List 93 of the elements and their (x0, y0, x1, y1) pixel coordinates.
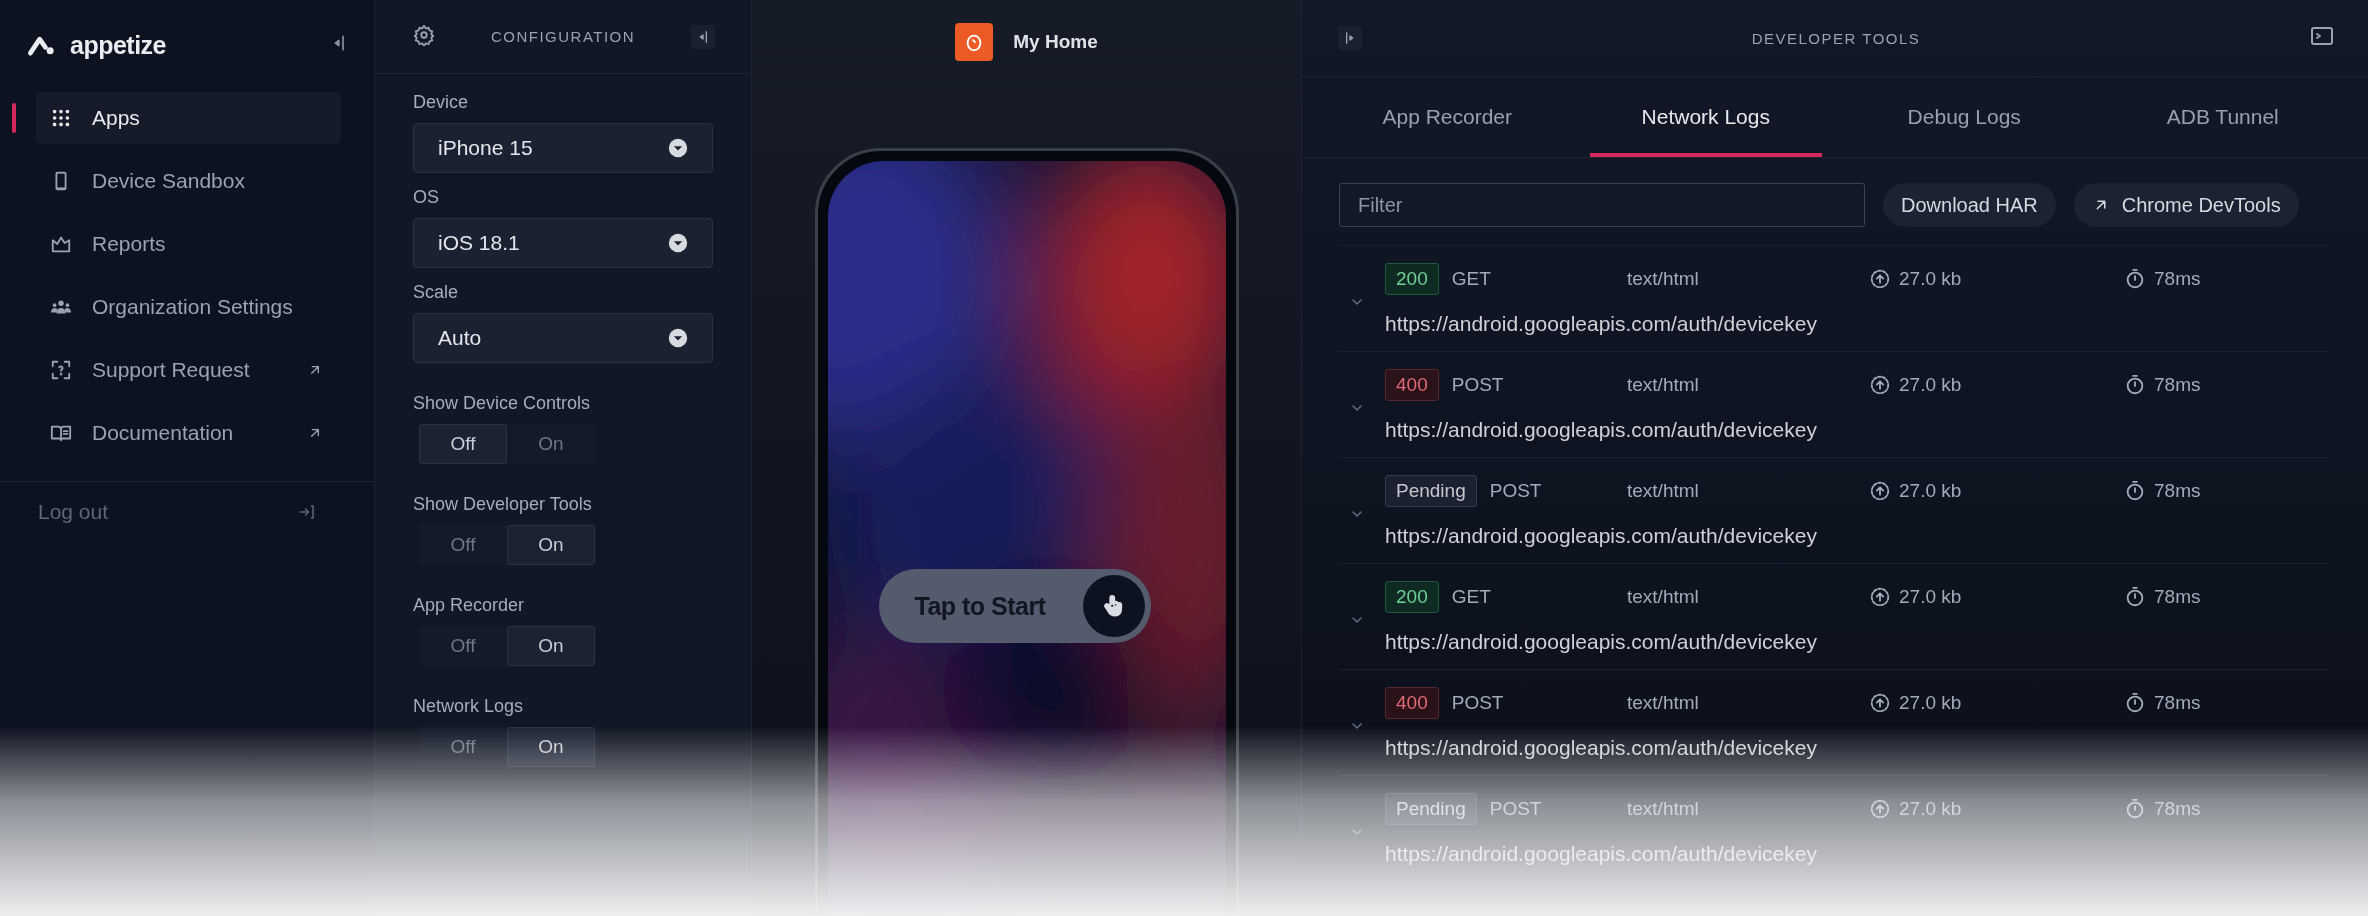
toggle-option[interactable]: Off (419, 424, 507, 464)
active-indicator (12, 103, 16, 133)
stopwatch-icon (2124, 798, 2146, 820)
request-url[interactable]: https://android.googleapis.com/auth/devicekey (1385, 312, 2328, 336)
sidebar-item[interactable]: Organization Settings (36, 281, 341, 333)
select-field[interactable]: Auto (413, 313, 713, 363)
upload-icon (1869, 374, 1891, 396)
sidebar-item[interactable]: Support Request (36, 344, 341, 396)
field-label: Device (413, 92, 470, 113)
request-method: POST (1489, 480, 1542, 502)
content-type: text/html (1627, 480, 1700, 502)
request-method: POST (1451, 374, 1504, 396)
status-badge: 200 (1385, 581, 1439, 613)
sidebar-item[interactable]: Device Sandbox (36, 155, 341, 207)
grid-icon (50, 107, 72, 129)
request-size: 27.0 kb (1899, 268, 1962, 290)
request-method: POST (1451, 692, 1504, 714)
toolbar-button[interactable]: Download HAR (1883, 183, 2056, 227)
caret-icon (668, 328, 688, 348)
field-label: Network Logs (413, 696, 525, 717)
help-frame-icon (50, 359, 72, 381)
request-duration: 78ms (2154, 480, 2201, 502)
request-size: 27.0 kb (1899, 586, 1962, 608)
request-method: GET (1451, 586, 1491, 608)
request-duration: 78ms (2154, 692, 2201, 714)
app-logo: appetize (70, 30, 167, 60)
toggle-option[interactable]: On (507, 525, 595, 565)
panel-title: DEVELOPER TOOLS (1751, 29, 1921, 47)
request-duration: 78ms (2154, 268, 2201, 290)
settings-icon (413, 23, 435, 46)
panel-title: CONFIGURATION (490, 28, 636, 45)
request-method: POST (1489, 798, 1542, 820)
sidebar-item[interactable]: Reports (36, 218, 341, 270)
stopwatch-icon (2124, 586, 2146, 608)
status-badge: Pending (1385, 475, 1477, 507)
request-size: 27.0 kb (1899, 480, 1962, 502)
field-label: App Recorder (413, 595, 526, 616)
status-badge: 200 (1385, 263, 1439, 295)
status-badge: 400 (1385, 687, 1439, 719)
request-url[interactable]: https://android.googleapis.com/auth/devicekey (1385, 630, 2328, 654)
field-label: OS (413, 187, 440, 208)
collapse-button[interactable] (691, 24, 715, 49)
request-duration: 78ms (2154, 798, 2201, 820)
caret-icon (668, 233, 688, 253)
select-field[interactable]: iPhone 15 (413, 123, 713, 173)
sidebar-item[interactable]: Apps (36, 92, 341, 144)
field-label: Scale (413, 282, 460, 303)
sidebar-item[interactable]: Documentation (36, 407, 341, 459)
content-type: text/html (1627, 268, 1700, 290)
stopwatch-icon (2124, 480, 2146, 502)
terminal-icon (2310, 24, 2334, 48)
tab[interactable]: Network Logs (1589, 77, 1822, 157)
request-method: GET (1451, 268, 1491, 290)
toggle-option[interactable]: On (507, 727, 595, 767)
stopwatch-icon (2124, 692, 2146, 714)
request-url[interactable]: https://android.googleapis.com/auth/devicekey (1385, 418, 2328, 442)
caret-icon (668, 138, 688, 158)
stopwatch-icon (2124, 374, 2146, 396)
status-badge: 400 (1385, 369, 1439, 401)
request-size: 27.0 kb (1899, 692, 1962, 714)
content-type: text/html (1627, 798, 1700, 820)
tab[interactable]: ADB Tunnel (2106, 77, 2339, 157)
app-name: My Home (1013, 31, 1098, 53)
request-url[interactable]: https://android.googleapis.com/auth/devicekey (1385, 736, 2328, 760)
field-label: Show Developer Tools (413, 494, 593, 515)
toggle-option[interactable]: On (507, 424, 595, 464)
request-duration: 78ms (2154, 374, 2201, 396)
upload-icon (1869, 798, 1891, 820)
content-type: text/html (1627, 374, 1700, 396)
toolbar-button[interactable]: Chrome DevTools (2073, 183, 2299, 227)
field-label: Show Device Controls (413, 393, 592, 414)
upload-icon (1869, 480, 1891, 502)
filter-field[interactable]: Filter (1339, 183, 1865, 227)
request-size: 27.0 kb (1899, 374, 1962, 396)
request-duration: 78ms (2154, 586, 2201, 608)
upload-icon (1869, 268, 1891, 290)
status-badge: Pending (1385, 793, 1477, 825)
stopwatch-icon (2124, 268, 2146, 290)
toggle-option[interactable]: On (507, 626, 595, 666)
upload-icon (1869, 586, 1891, 608)
toggle-option[interactable]: Off (419, 626, 507, 666)
request-url[interactable]: https://android.googleapis.com/auth/devicekey (1385, 524, 2328, 548)
tab[interactable]: App Recorder (1331, 77, 1564, 157)
tab[interactable]: Debug Logs (1848, 77, 2081, 157)
upload-icon (1869, 692, 1891, 714)
logout-icon (298, 503, 316, 521)
toggle-option[interactable]: Off (419, 525, 507, 565)
app-icon (955, 23, 994, 61)
content-type: text/html (1627, 692, 1700, 714)
expand-button[interactable] (1338, 26, 1362, 50)
content-type: text/html (1627, 586, 1700, 608)
request-size: 27.0 kb (1899, 798, 1962, 820)
select-field[interactable]: iOS 18.1 (413, 218, 713, 268)
